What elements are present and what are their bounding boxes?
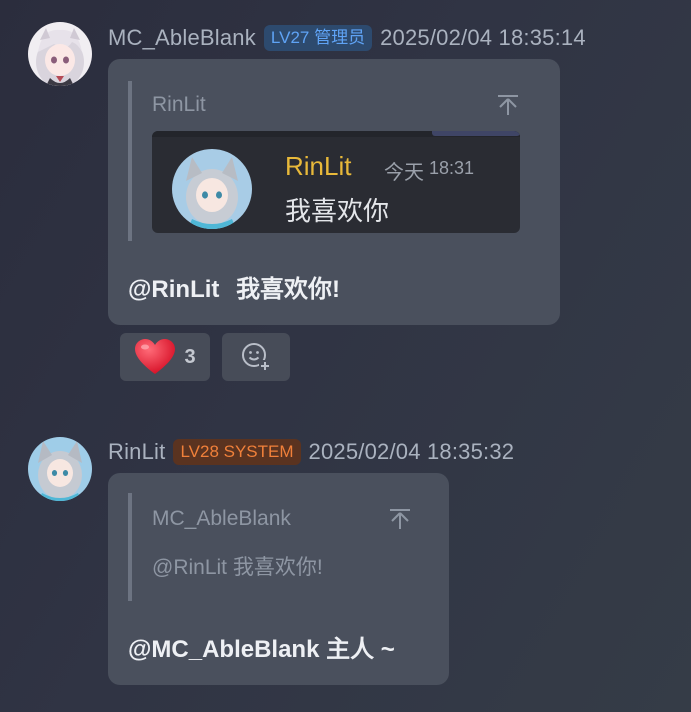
heart-icon [135, 339, 176, 374]
add-reaction-button[interactable] [222, 333, 290, 381]
quote-text: @RinLit 我喜欢你! [152, 556, 323, 579]
message-header: RinLit LV28 SYSTEM 2025/02/04 18:35:32 [108, 437, 514, 467]
level-badge: LV28 SYSTEM [173, 439, 301, 465]
add-reaction-icon [242, 343, 271, 372]
message-body: 我喜欢你! [236, 276, 341, 303]
message-header: MC_AbleBlank LV27 管理员 2025/02/04 18:35:1… [108, 23, 586, 53]
timestamp: 2025/02/04 18:35:32 [308, 439, 515, 464]
quote-author: MC_AbleBlank [152, 507, 291, 530]
embed-time: 18:31 [429, 158, 475, 178]
avatar-rinlit[interactable] [28, 437, 92, 501]
jump-to-top-icon[interactable] [388, 507, 412, 531]
username[interactable]: MC_AbleBlank [108, 25, 256, 51]
message-bubble: RinLit RinLit 今天 18:31 我喜欢你 @RinLit 我喜欢你… [108, 59, 560, 325]
embed-day: 今天 [384, 162, 424, 184]
message-bubble: MC_AbleBlank @RinLit 我喜欢你! @MC_AbleBlank… [108, 473, 449, 685]
message-text: @RinLit 我喜欢你! [128, 269, 340, 304]
embed-avatar [172, 149, 252, 229]
embed-text: 我喜欢你 [285, 196, 390, 226]
username[interactable]: RinLit [108, 439, 165, 465]
embed-username: RinLit [285, 151, 352, 181]
quoted-image[interactable]: RinLit 今天 18:31 我喜欢你 [152, 131, 520, 233]
level-badge: LV27 管理员 [263, 25, 373, 51]
reaction-count: 3 [184, 345, 196, 368]
mention[interactable]: @RinLit [128, 276, 219, 303]
embed-top-strip-accent [432, 131, 520, 136]
reply-quote[interactable]: MC_AbleBlank @RinLit 我喜欢你! [128, 493, 432, 601]
quote-author: RinLit [152, 93, 206, 116]
reply-quote[interactable]: RinLit RinLit 今天 18:31 我喜欢你 [128, 81, 542, 241]
timestamp: 2025/02/04 18:35:14 [380, 25, 586, 50]
reaction-heart[interactable]: 3 [120, 333, 210, 381]
jump-to-top-icon[interactable] [496, 93, 520, 117]
avatar-mc-ableblank[interactable] [28, 22, 92, 86]
message-text: @MC_AbleBlank 主人 ~ [128, 636, 395, 663]
